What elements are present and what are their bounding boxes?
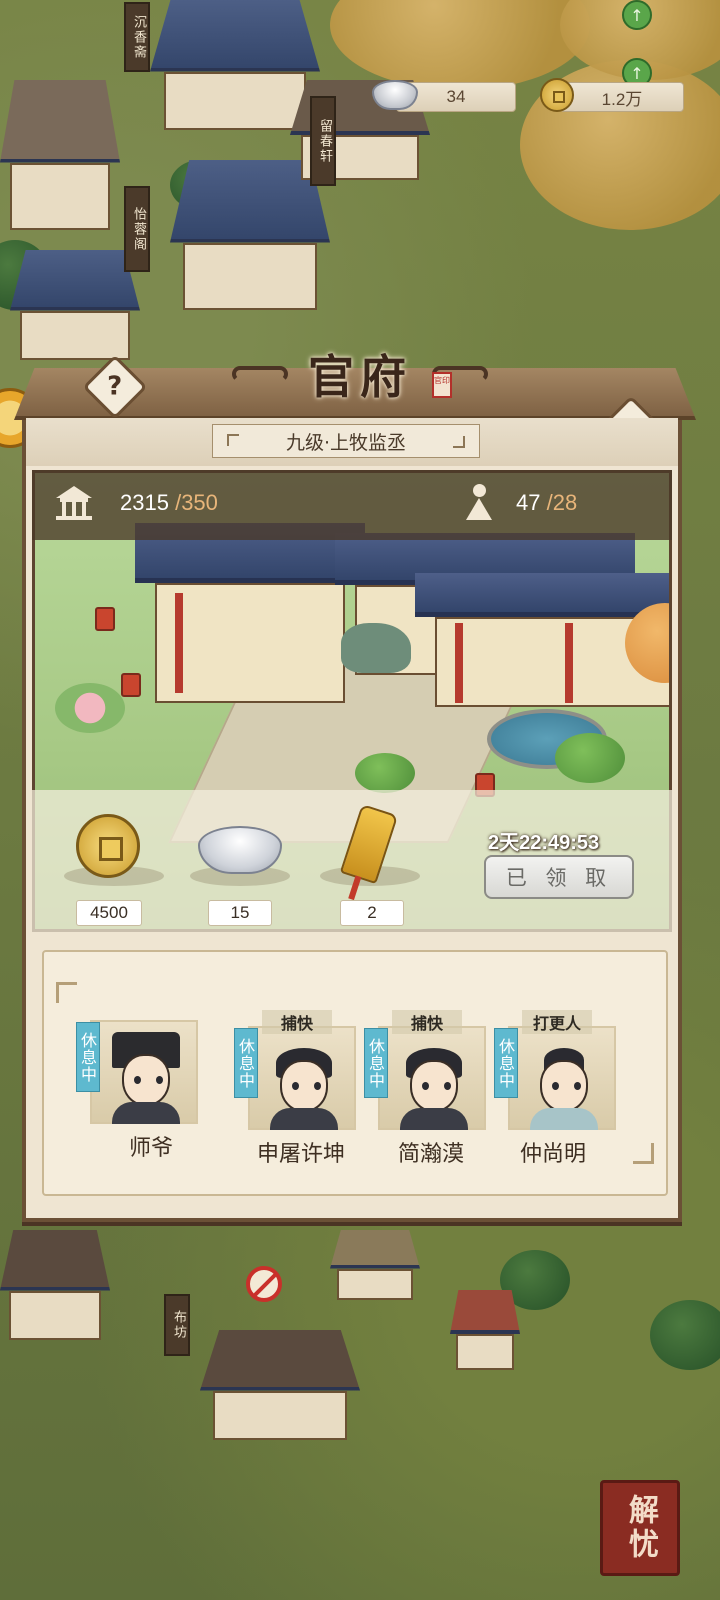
resting-badge: 休息中 bbox=[234, 1028, 258, 1098]
resting-badge: 休息中 bbox=[494, 1028, 518, 1098]
jieyou-stamp-button[interactable]: 解忧 bbox=[600, 1480, 680, 1576]
arrow-up-icon[interactable]: ↑ bbox=[622, 0, 652, 30]
shop-sign-liuchun[interactable]: 留春轩 bbox=[310, 96, 336, 186]
rank-label: 九级·上牧监丞 bbox=[212, 424, 480, 458]
reward-timer: 2天22:49:53 bbox=[488, 832, 600, 854]
reward-silver-amount: 15 bbox=[208, 900, 272, 926]
flower-bush bbox=[55, 683, 125, 733]
claimed-button[interactable]: 已 领 取 bbox=[484, 855, 634, 899]
staff-card-jian[interactable]: 捕快 休息中 简瀚漠 bbox=[364, 1010, 496, 1180]
town-house[interactable] bbox=[170, 160, 330, 310]
copper-coin-icon bbox=[540, 78, 574, 112]
job-label: 打更人 bbox=[522, 1010, 592, 1034]
coin-counter: 1.2万 bbox=[560, 82, 684, 112]
staff-card-shentu[interactable]: 捕快 休息中 申屠许坤 bbox=[234, 1010, 366, 1180]
resting-badge: 休息中 bbox=[364, 1028, 388, 1098]
coin-amount: 1.2万 bbox=[601, 89, 643, 109]
staff-card-shiye[interactable]: 休息中 师爷 bbox=[76, 1004, 208, 1174]
market-stall[interactable] bbox=[450, 1290, 520, 1370]
panel-title: 官府 bbox=[308, 350, 412, 404]
prosperity-stat: 2315 /350 bbox=[120, 490, 218, 516]
garden-rock bbox=[341, 623, 411, 673]
lantern bbox=[95, 607, 115, 631]
copper-coin-icon bbox=[76, 814, 140, 878]
prosperity-max: /350 bbox=[175, 490, 218, 515]
cloth-shop-house[interactable] bbox=[200, 1330, 360, 1440]
question-icon: ? bbox=[107, 372, 123, 402]
silver-ingot-icon bbox=[372, 80, 418, 110]
staff-name: 申屠许坤 bbox=[256, 1142, 345, 1167]
market-stall[interactable] bbox=[330, 1230, 420, 1300]
town-house[interactable] bbox=[10, 250, 140, 360]
no-food-icon[interactable] bbox=[246, 1266, 282, 1302]
reward-coin-amount: 4500 bbox=[76, 900, 142, 926]
job-label: 捕快 bbox=[392, 1010, 462, 1034]
shrub bbox=[355, 753, 415, 793]
prosperity-value: 2315 bbox=[120, 490, 169, 515]
silver-ingot-icon bbox=[198, 826, 282, 874]
person-icon bbox=[464, 484, 494, 522]
reward-token-amount: 2 bbox=[340, 900, 404, 926]
shrub bbox=[555, 733, 625, 783]
staff-name: 仲尚明 bbox=[519, 1142, 586, 1167]
panel-title-plaque: 官府 bbox=[214, 336, 506, 412]
town-house[interactable] bbox=[0, 1230, 110, 1340]
job-label: 捕快 bbox=[262, 1010, 332, 1034]
shop-sign-chenxiang[interactable]: 沉香斋 bbox=[124, 2, 150, 72]
shop-sign-yirong[interactable]: 怡蓉阁 bbox=[124, 186, 150, 272]
staff-name: 师爷 bbox=[128, 1136, 173, 1161]
staff-max: /28 bbox=[546, 490, 578, 515]
cloud-ornament-icon bbox=[232, 366, 288, 382]
town-house[interactable] bbox=[0, 80, 120, 230]
pavilion-icon bbox=[56, 486, 92, 520]
resting-badge: 休息中 bbox=[76, 1022, 100, 1092]
silver-amount: 34 bbox=[446, 87, 466, 106]
rank-text: 九级·上牧监丞 bbox=[285, 431, 407, 454]
staff-card-zhong[interactable]: 打更人 休息中 仲尚明 bbox=[494, 1010, 626, 1180]
lantern bbox=[121, 673, 141, 697]
building-roof bbox=[415, 573, 669, 617]
shop-sign-bufang[interactable]: 布坊 bbox=[164, 1294, 190, 1356]
pine-tree bbox=[650, 1300, 720, 1370]
building-wall bbox=[155, 583, 345, 703]
official-seal: 官印 bbox=[432, 372, 452, 398]
staff-value: 47 bbox=[516, 490, 541, 515]
staff-stat: 47 /28 bbox=[516, 490, 577, 516]
